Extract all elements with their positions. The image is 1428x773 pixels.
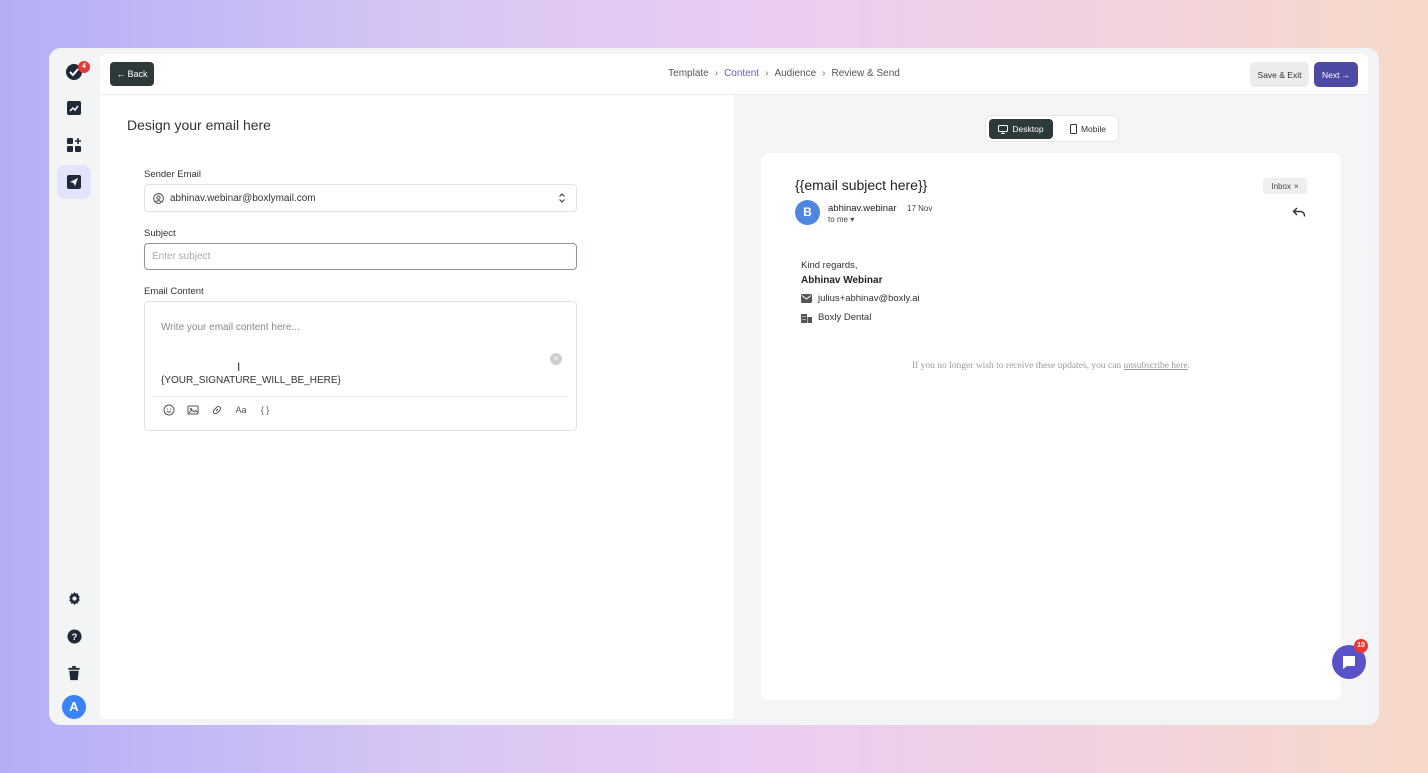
send-icon <box>67 175 81 189</box>
sidebar: 4 ? A <box>49 48 99 725</box>
mail-icon <box>801 294 812 303</box>
help-icon: ? <box>66 628 82 644</box>
save-exit-button[interactable]: Save & Exit <box>1250 62 1309 87</box>
sender-avatar: B <box>795 200 820 225</box>
campaigns-nav-button[interactable] <box>57 165 91 199</box>
building-icon <box>801 313 812 323</box>
step-review-send[interactable]: Review & Send <box>831 68 899 79</box>
step-audience[interactable]: Audience <box>774 68 816 79</box>
clear-icon[interactable]: × <box>550 353 562 365</box>
chevron-right-icon: › <box>765 68 769 79</box>
sender-email-select[interactable]: abhinav.webinar@boxlymail.com <box>144 184 577 212</box>
monitor-icon <box>998 124 1009 134</box>
user-circle-icon <box>153 192 164 204</box>
email-preview-pane: Desktop Mobile {{email subject here}} In… <box>734 95 1368 719</box>
close-icon[interactable]: × <box>1294 182 1299 191</box>
settings-icon <box>68 591 80 605</box>
inbox-badge: Inbox × <box>1263 178 1307 194</box>
editor-toolbar: Aa { } <box>163 404 271 416</box>
next-button[interactable]: Next → <box>1314 62 1358 87</box>
text-cursor-icon: I <box>237 360 241 374</box>
signature-email-row: julius+abhinav@boxly.ai <box>801 293 920 304</box>
text-format-icon[interactable]: Aa <box>235 404 247 416</box>
sender-email-label: Sender Email <box>144 169 202 180</box>
subject-label: Subject <box>144 228 176 239</box>
inbox-label: Inbox <box>1271 181 1291 191</box>
desktop-view-button[interactable]: Desktop <box>989 119 1053 139</box>
emoji-icon[interactable] <box>163 404 175 416</box>
signature-company-row: Boxly Dental <box>801 312 871 323</box>
top-bar: ← Back Template › Content › Audience › Review … <box>100 54 1368 95</box>
email-preview-card: {{email subject here}} Inbox × B abhinav… <box>761 153 1341 700</box>
mobile-label: Mobile <box>1080 124 1107 134</box>
sender-name: abhinav.webinar <box>828 203 897 214</box>
variable-icon[interactable]: { } <box>259 404 271 416</box>
email-form: Design your email here Sender Email abhi… <box>100 95 734 719</box>
to-me-label: to me <box>828 215 849 224</box>
chevron-right-icon: › <box>714 68 719 79</box>
recipient-toggle[interactable]: to me ▾ <box>828 215 854 224</box>
chat-badge: 10 <box>1354 639 1368 653</box>
settings-nav-button[interactable] <box>57 581 91 615</box>
step-template[interactable]: Template <box>668 68 709 79</box>
chat-launcher-button[interactable]: 10 <box>1332 639 1368 679</box>
signature-name: Abhinav Webinar <box>801 275 883 286</box>
chat-icon <box>1343 656 1355 669</box>
closing-text: Kind regards, <box>801 260 858 271</box>
arrow-right-icon: → <box>1341 69 1350 80</box>
user-avatar[interactable]: A <box>62 695 86 719</box>
caret-down-icon: ▾ <box>850 215 855 224</box>
app-window: 4 ? A ← Back Template › Content › Audien… <box>49 48 1379 725</box>
reply-icon[interactable] <box>1292 206 1306 218</box>
chevron-up-down-icon <box>559 193 565 203</box>
unsubscribe-link[interactable]: unsubscribe here <box>1124 361 1188 371</box>
view-toggle: Desktop Mobile <box>985 115 1119 142</box>
image-icon[interactable] <box>187 404 199 416</box>
apps-nav-button[interactable] <box>57 128 91 162</box>
sender-email-value: abhinav.webinar@boxlymail.com <box>170 192 316 204</box>
email-content-label: Email Content <box>144 286 204 297</box>
link-icon[interactable] <box>211 404 223 416</box>
svg-text:?: ? <box>71 631 77 641</box>
app-logo-button[interactable]: 4 <box>57 54 91 88</box>
phone-icon <box>1069 124 1077 134</box>
unsubscribe-end: . <box>1187 361 1191 371</box>
unsubscribe-footer: If you no longer wish to receive these u… <box>761 361 1341 371</box>
page-title: Design your email here <box>127 117 271 133</box>
step-content[interactable]: Content <box>724 68 759 79</box>
analytics-icon <box>67 101 81 115</box>
email-content-editor[interactable]: Write your email content here... I × {YO… <box>144 301 577 431</box>
breadcrumb: Template › Content › Audience › Review & Send <box>100 68 1368 79</box>
content-placeholder: Write your email content here... <box>161 322 300 333</box>
email-subject: {{email subject here}} <box>795 177 928 193</box>
unsubscribe-text: If you no longer wish to receive these u… <box>911 361 1122 371</box>
main-panel: ← Back Template › Content › Audience › Review … <box>100 54 1368 719</box>
subject-input[interactable] <box>144 243 577 270</box>
signature-company: Boxly Dental <box>818 312 872 323</box>
help-nav-button[interactable]: ? <box>57 619 91 653</box>
toolbar-divider <box>153 396 568 397</box>
email-date: 17 Nov <box>907 204 933 213</box>
chevron-right-icon: › <box>822 68 826 79</box>
next-label: Next <box>1322 69 1340 80</box>
apps-add-icon <box>67 138 81 152</box>
desktop-label: Desktop <box>1012 124 1044 134</box>
trash-icon <box>68 665 80 680</box>
analytics-nav-button[interactable] <box>57 91 91 125</box>
trash-nav-button[interactable] <box>57 656 91 690</box>
signature-placeholder: {YOUR_SIGNATURE_WILL_BE_HERE} <box>161 375 341 386</box>
mobile-view-button[interactable]: Mobile <box>1059 119 1117 139</box>
notification-badge: 4 <box>78 61 90 73</box>
signature-email: julius+abhinav@boxly.ai <box>818 293 920 304</box>
